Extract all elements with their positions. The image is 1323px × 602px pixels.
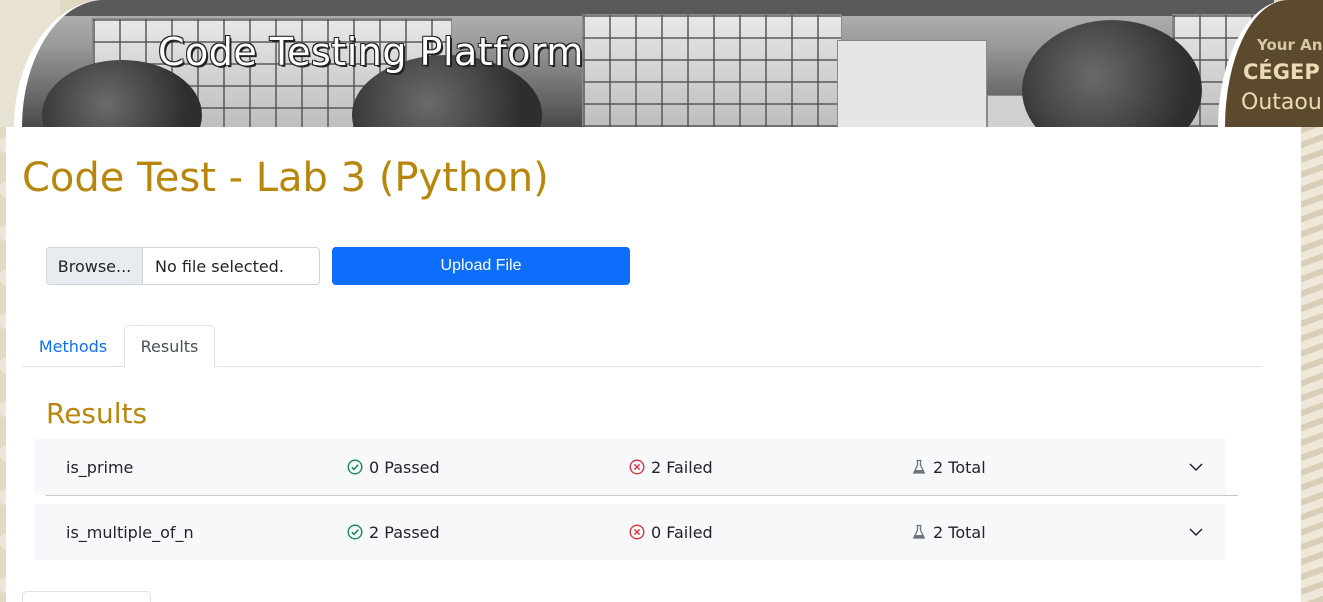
- chevron-down-icon: [1188, 524, 1204, 540]
- tab-results[interactable]: Results: [124, 325, 215, 368]
- check-circle-icon: [347, 524, 363, 540]
- expand-toggle[interactable]: [1184, 439, 1208, 495]
- chevron-down-icon: [1188, 459, 1204, 475]
- total-label: 2 Total: [933, 457, 986, 477]
- row-divider: [46, 495, 1238, 496]
- total-count: 2 Total: [911, 439, 986, 495]
- result-row-is-multiple-of-n[interactable]: is_multiple_of_n 2 Passed 0 Failed 2 Tot…: [34, 504, 1226, 560]
- failed-count: 0 Failed: [629, 504, 713, 560]
- expand-toggle[interactable]: [1184, 504, 1208, 560]
- flask-icon: [911, 459, 927, 475]
- brand-name: CÉGEP i: [1243, 60, 1323, 84]
- passed-label: 2 Passed: [369, 522, 440, 542]
- building-glass-center: [582, 14, 842, 127]
- upload-file-button[interactable]: Upload File: [332, 247, 630, 285]
- failed-count: 2 Failed: [629, 439, 713, 495]
- file-input[interactable]: Browse... No file selected.: [46, 247, 320, 285]
- brand-region: Outaou: [1241, 90, 1322, 115]
- check-circle-icon: [347, 459, 363, 475]
- result-row-is-prime[interactable]: is_prime 0 Passed 2 Failed 2 Total: [34, 439, 1226, 495]
- passed-label: 0 Passed: [369, 457, 440, 477]
- failed-label: 2 Failed: [651, 457, 713, 477]
- results-heading: Results: [46, 397, 148, 430]
- file-status: No file selected.: [155, 256, 284, 276]
- brand-tagline: Your Ang: [1257, 36, 1323, 54]
- x-circle-icon: [629, 459, 645, 475]
- site-banner: Code Testing Platform Your Ang CÉGEP i O…: [0, 0, 1323, 127]
- tab-methods[interactable]: Methods: [22, 325, 124, 367]
- method-name: is_prime: [66, 457, 134, 477]
- passed-count: 2 Passed: [347, 504, 440, 560]
- failed-label: 0 Failed: [651, 522, 713, 542]
- total-count: 2 Total: [911, 504, 986, 560]
- banner-title: Code Testing Platform: [158, 30, 584, 74]
- partial-tab-below: [22, 591, 151, 602]
- x-circle-icon: [629, 524, 645, 540]
- flask-icon: [911, 524, 927, 540]
- building-block: [837, 40, 987, 127]
- page-title: Code Test - Lab 3 (Python): [22, 155, 549, 201]
- main-panel: Code Test - Lab 3 (Python) Browse... No …: [6, 127, 1301, 602]
- total-label: 2 Total: [933, 522, 986, 542]
- passed-count: 0 Passed: [347, 439, 440, 495]
- tab-bar: Methods Results: [22, 325, 1262, 368]
- right-decoration: [1301, 127, 1323, 602]
- browse-button[interactable]: Browse...: [47, 248, 143, 284]
- method-name: is_multiple_of_n: [66, 522, 194, 542]
